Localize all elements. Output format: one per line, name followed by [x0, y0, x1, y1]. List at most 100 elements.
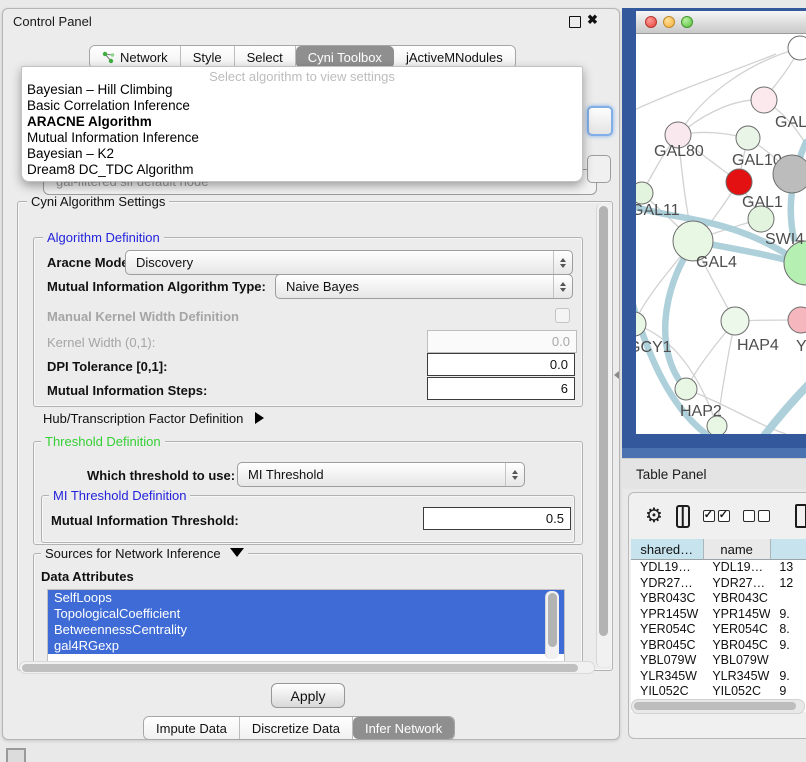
network-titlebar	[636, 11, 806, 34]
network-node[interactable]	[788, 36, 806, 60]
table-doc-icon[interactable]	[795, 504, 806, 528]
mi-type-label: Mutual Information Algorithm Type:	[47, 279, 266, 294]
tab-select[interactable]: Select	[235, 46, 296, 68]
attribute-list-scrollbar[interactable]	[545, 591, 559, 659]
attribute-list[interactable]: SelfLoopsTopologicalCoefficientBetweenne…	[47, 589, 565, 663]
tab-style[interactable]: Style	[181, 46, 235, 68]
tab-jactivemnodules[interactable]: jActiveMNodules	[394, 46, 515, 68]
network-node[interactable]	[773, 155, 806, 193]
column-header[interactable]: shared…	[631, 539, 704, 560]
manual-kernel-checkbox[interactable]	[555, 308, 570, 323]
tab-impute-data[interactable]: Impute Data	[144, 717, 240, 739]
manual-kernel-label: Manual Kernel Width Definition	[47, 309, 239, 324]
expanded-arrow-icon	[230, 548, 244, 557]
threshold-title: Threshold Definition	[41, 434, 165, 449]
network-node-hap4[interactable]	[721, 307, 749, 335]
algorithm-option[interactable]: ARACNE Algorithm	[22, 114, 582, 130]
panel-title: Control Panel	[13, 14, 92, 29]
network-node-gal10[interactable]	[736, 126, 760, 150]
node-label: GAL4	[696, 254, 737, 271]
table-row[interactable]: YER054CYER054C8.	[631, 622, 806, 638]
tab-cyni-toolbox[interactable]: Cyni Toolbox	[296, 46, 394, 68]
network-node-y[interactable]	[788, 307, 806, 333]
tab-discretize-data[interactable]: Discretize Data	[240, 717, 353, 739]
table-row[interactable]: YDR27…YDR27…12	[631, 576, 806, 592]
hub-definition-toggle[interactable]: Hub/Transcription Factor Definition	[43, 411, 264, 426]
node-label: Y	[796, 338, 806, 355]
node-table[interactable]: shared…name YDL19…YDL19…13YDR27…YDR27…12…	[631, 539, 806, 712]
attribute-item[interactable]: gal4RGexp	[48, 638, 564, 654]
network-node-gal11[interactable]	[636, 182, 653, 204]
column-header[interactable]	[771, 539, 806, 560]
close-icon[interactable]: ✖	[587, 12, 598, 28]
float-icon[interactable]	[569, 16, 581, 28]
dpi-tolerance-label: DPI Tolerance [0,1]:	[47, 359, 167, 374]
mi-steps-field[interactable]: 6	[427, 377, 575, 400]
network-node-gal[interactable]	[751, 87, 777, 113]
popup-placeholder: Select algorithm to view settings	[22, 67, 582, 82]
deselect-all-icon[interactable]	[743, 510, 770, 522]
table-row[interactable]: YIL052CYIL052C9	[631, 684, 806, 700]
node-label: SWI4	[765, 231, 804, 248]
network-window[interactable]: GALGAL80GAL10GAL1SWI4GAL11GAL4GCY1HAP4YH…	[622, 8, 806, 458]
network-canvas[interactable]: GALGAL80GAL10GAL1SWI4GAL11GAL4GCY1HAP4YH…	[636, 34, 806, 434]
apply-button[interactable]: Apply	[271, 683, 345, 708]
background-combo-arrow[interactable]	[587, 155, 611, 183]
column-header[interactable]: name	[704, 539, 771, 560]
gear-icon[interactable]: ⚙	[645, 506, 663, 526]
close-traffic-icon[interactable]	[645, 16, 657, 28]
combo-stepper-icon	[553, 275, 572, 298]
network-node-hap2[interactable]	[675, 378, 697, 400]
control-panel-window: Control Panel ✖ NetworkStyleSelectCyni T…	[2, 8, 620, 740]
table-row[interactable]: YPR145WYPR145W9.	[631, 607, 806, 623]
resize-grip-icon[interactable]	[6, 748, 26, 762]
table-row[interactable]: YLR345WYLR345W9.	[631, 669, 806, 685]
node-label: GAL1	[742, 194, 783, 211]
attribute-item[interactable]: SelfLoops	[48, 590, 564, 606]
mi-threshold-label: Mutual Information Threshold:	[51, 513, 239, 528]
algorithm-option[interactable]: Basic Correlation Inference	[22, 98, 582, 114]
table-row[interactable]: YDL19…YDL19…13	[631, 560, 806, 576]
attribute-item[interactable]: TopologicalCoefficient	[48, 606, 564, 622]
network-node[interactable]	[726, 169, 752, 195]
algorithm-combo-arrow[interactable]	[587, 106, 613, 136]
mi-threshold-field[interactable]: 0.5	[423, 507, 571, 530]
collapsed-arrow-icon	[255, 412, 264, 424]
tab-network[interactable]: Network	[90, 46, 181, 68]
network-icon	[102, 51, 115, 64]
table-hscrollbar[interactable]	[631, 699, 805, 714]
minimize-traffic-icon[interactable]	[663, 16, 675, 28]
aracne-mode-label: Aracne Mode:	[47, 255, 133, 270]
table-row[interactable]: YBR043CYBR043C	[631, 591, 806, 607]
which-threshold-combo[interactable]: MI Threshold	[237, 462, 525, 487]
kernel-width-field[interactable]: 0.0	[427, 330, 577, 353]
settings-vscrollbar[interactable]	[596, 203, 611, 667]
attribute-item[interactable]: BetweennessCentrality	[48, 622, 564, 638]
algorithm-definition-title: Algorithm Definition	[43, 230, 164, 245]
cyni-settings-title: Cyni Algorithm Settings	[27, 194, 169, 209]
kernel-width-label: Kernel Width (0,1):	[47, 335, 155, 350]
aracne-mode-combo[interactable]: Discovery	[125, 250, 573, 275]
algorithm-option[interactable]: Bayesian – Hill Climbing	[22, 82, 582, 98]
table-row[interactable]: YBR045CYBR045C9.	[631, 638, 806, 654]
network-node[interactable]	[707, 416, 727, 434]
bottom-tab-bar: Impute DataDiscretize DataInfer Network	[143, 716, 455, 740]
sources-toggle[interactable]: Sources for Network Inference	[41, 546, 248, 561]
algorithm-option[interactable]: Bayesian – K2	[22, 146, 582, 162]
mi-type-combo[interactable]: Naive Bayes	[275, 274, 573, 299]
tab-infer-network[interactable]: Infer Network	[353, 717, 454, 739]
combo-stepper-icon	[505, 463, 524, 486]
settings-hscrollbar[interactable]	[19, 661, 595, 674]
columns-icon[interactable]	[676, 505, 690, 528]
mi-steps-label: Mutual Information Steps:	[47, 383, 207, 398]
splitter-collapse-icon[interactable]	[614, 371, 619, 379]
node-label: GCY1	[636, 339, 672, 356]
table-row[interactable]: YBL079WYBL079W	[631, 653, 806, 669]
select-all-icon[interactable]	[703, 510, 730, 522]
node-label: HAP4	[737, 337, 779, 354]
which-threshold-label: Which threshold to use:	[87, 468, 235, 483]
algorithm-option[interactable]: Dream8 DC_TDC Algorithm	[22, 162, 582, 178]
algorithm-option[interactable]: Mutual Information Inference	[22, 130, 582, 146]
zoom-traffic-icon[interactable]	[681, 16, 693, 28]
dpi-tolerance-field[interactable]: 0.0	[427, 353, 575, 376]
